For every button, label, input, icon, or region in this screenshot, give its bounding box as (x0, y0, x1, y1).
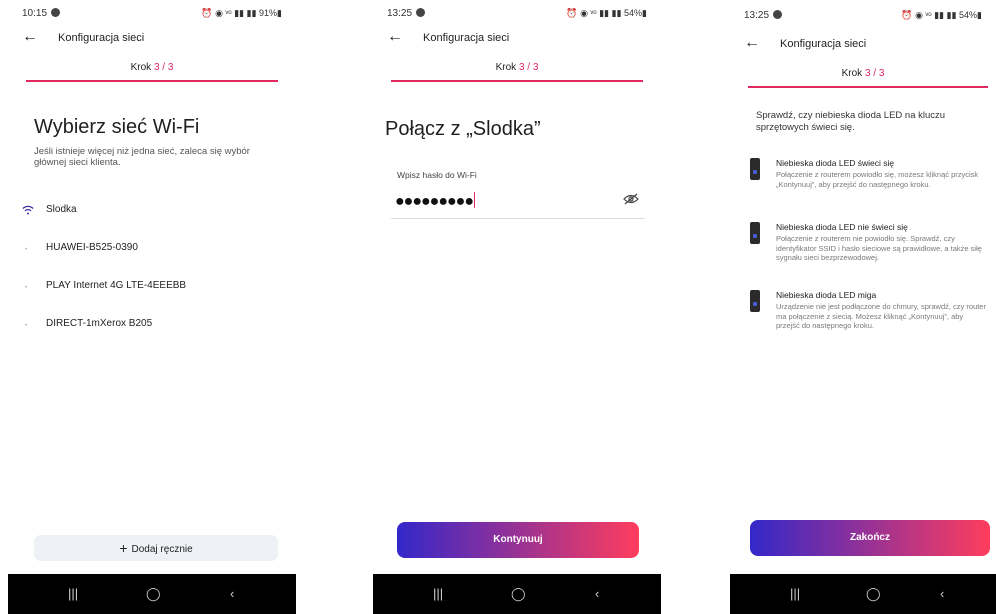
step-indicator: Krok 3 / 3 (841, 68, 885, 79)
step-progress-bar (391, 80, 643, 82)
status-icons: ⏰ ◉ ᵛᵒ ▮▮ ▮▮ 54%▮ (901, 10, 982, 20)
led-status-text: Urządzenie nie jest podłączone do chmury… (776, 302, 986, 330)
nav-back-icon[interactable]: ‹ (940, 586, 944, 601)
wifi-network-item[interactable]: Slodka (22, 203, 282, 221)
status-time: 13:25 (744, 10, 783, 21)
recent-apps-icon[interactable]: ||| (68, 586, 78, 601)
status-bar: 10:15 ⏰ ◉ ᵛᵒ ▮▮ ▮▮ 91%▮ (22, 8, 282, 22)
system-nav-bar: ||| ◯ ‹ (373, 574, 661, 614)
finish-button[interactable]: Zakończ (750, 520, 990, 556)
step-indicator: Krok 3 / 3 (495, 62, 539, 73)
back-arrow-icon[interactable]: ← (22, 28, 38, 46)
password-label: Wpisz hasło do Wi-Fi (397, 170, 477, 180)
page-title: Połącz z „Slodka” (385, 118, 541, 140)
step-indicator: Krok 3 / 3 (130, 62, 174, 73)
app-bar: ← Konfiguracja sieci (744, 34, 982, 56)
page-description: Jeśli istnieje więcej niż jedna sieć, za… (34, 146, 250, 168)
status-icons: ⏰ ◉ ᵛᵒ ▮▮ ▮▮ 54%▮ (566, 8, 647, 18)
dongle-led-blink-icon (750, 290, 760, 312)
wifi-network-name: PLAY Internet 4G LTE-4EEEBB (46, 280, 187, 291)
status-time: 10:15 (22, 8, 61, 19)
wifi-network-name: Slodka (46, 204, 77, 215)
wifi-network-name: DIRECT-1mXerox B205 (46, 318, 153, 329)
wifi-network-item[interactable]: • PLAY Internet 4G LTE-4EEEBB (22, 279, 282, 297)
led-status-text: Połączenie z routerem nie powiodło się. … (776, 234, 982, 262)
app-bar: ← Konfiguracja sieci (22, 28, 282, 50)
screen-enter-password: 13:25 ⏰ ◉ ᵛᵒ ▮▮ ▮▮ 54%▮ ← Konfiguracja s… (373, 0, 661, 614)
status-icons: ⏰ ◉ ᵛᵒ ▮▮ ▮▮ 91%▮ (201, 8, 282, 18)
step-progress-bar (748, 86, 988, 88)
plus-icon: + (119, 540, 128, 556)
dongle-led-off-icon (750, 222, 760, 244)
nav-back-icon[interactable]: ‹ (595, 586, 599, 601)
status-time: 13:25 (387, 8, 426, 19)
wifi-weak-icon: • (25, 247, 28, 253)
status-bar: 13:25 ⏰ ◉ ᵛᵒ ▮▮ ▮▮ 54%▮ (387, 8, 647, 22)
screen-led-check: 13:25 ⏰ ◉ ᵛᵒ ▮▮ ▮▮ 54%▮ ← Konfiguracja s… (730, 0, 996, 614)
home-icon[interactable]: ◯ (146, 586, 161, 602)
hide-password-icon[interactable] (623, 192, 639, 205)
wifi-icon (22, 205, 34, 218)
led-status-text: Połączenie z routerem powiodło się, może… (776, 170, 979, 189)
app-title: Konfiguracja sieci (423, 32, 510, 44)
back-arrow-icon[interactable]: ← (387, 28, 403, 46)
nav-back-icon[interactable]: ‹ (230, 586, 234, 601)
continue-button[interactable]: Kontynuuj (397, 522, 639, 558)
wifi-weak-icon: • (25, 323, 28, 329)
home-icon[interactable]: ◯ (511, 586, 526, 602)
led-status-title: Niebieska dioda LED miga (776, 290, 877, 300)
recent-apps-icon[interactable]: ||| (433, 586, 443, 601)
wifi-weak-icon: • (25, 285, 28, 291)
dongle-led-on-icon (750, 158, 760, 180)
wifi-network-item[interactable]: • HUAWEI-B525-0390 (22, 241, 282, 259)
wifi-network-item[interactable]: • DIRECT-1mXerox B205 (22, 317, 282, 335)
page-title: Wybierz sieć Wi-Fi (34, 116, 200, 138)
intro-text: Sprawdź, czy niebieska dioda LED na kluc… (756, 110, 946, 133)
add-manually-button[interactable]: + Dodaj ręcznie (34, 535, 278, 561)
screen-select-wifi: 10:15 ⏰ ◉ ᵛᵒ ▮▮ ▮▮ 91%▮ ← Konfiguracja s… (8, 0, 296, 614)
recent-apps-icon[interactable]: ||| (790, 586, 800, 601)
system-nav-bar: ||| ◯ ‹ (8, 574, 296, 614)
password-value: ●●●●●●●●● (395, 192, 475, 210)
home-icon[interactable]: ◯ (866, 586, 881, 602)
back-arrow-icon[interactable]: ← (744, 34, 760, 52)
app-title: Konfiguracja sieci (780, 38, 867, 50)
led-status-title: Niebieska dioda LED nie świeci się (776, 222, 908, 232)
led-status-title: Niebieska dioda LED świeci się (776, 158, 895, 168)
step-progress-bar (26, 80, 278, 82)
app-title: Konfiguracja sieci (58, 32, 145, 44)
app-bar: ← Konfiguracja sieci (387, 28, 647, 50)
wifi-network-name: HUAWEI-B525-0390 (46, 242, 138, 253)
status-bar: 13:25 ⏰ ◉ ᵛᵒ ▮▮ ▮▮ 54%▮ (744, 10, 982, 24)
system-nav-bar: ||| ◯ ‹ (730, 574, 996, 614)
password-field[interactable]: ●●●●●●●●● (391, 184, 645, 219)
